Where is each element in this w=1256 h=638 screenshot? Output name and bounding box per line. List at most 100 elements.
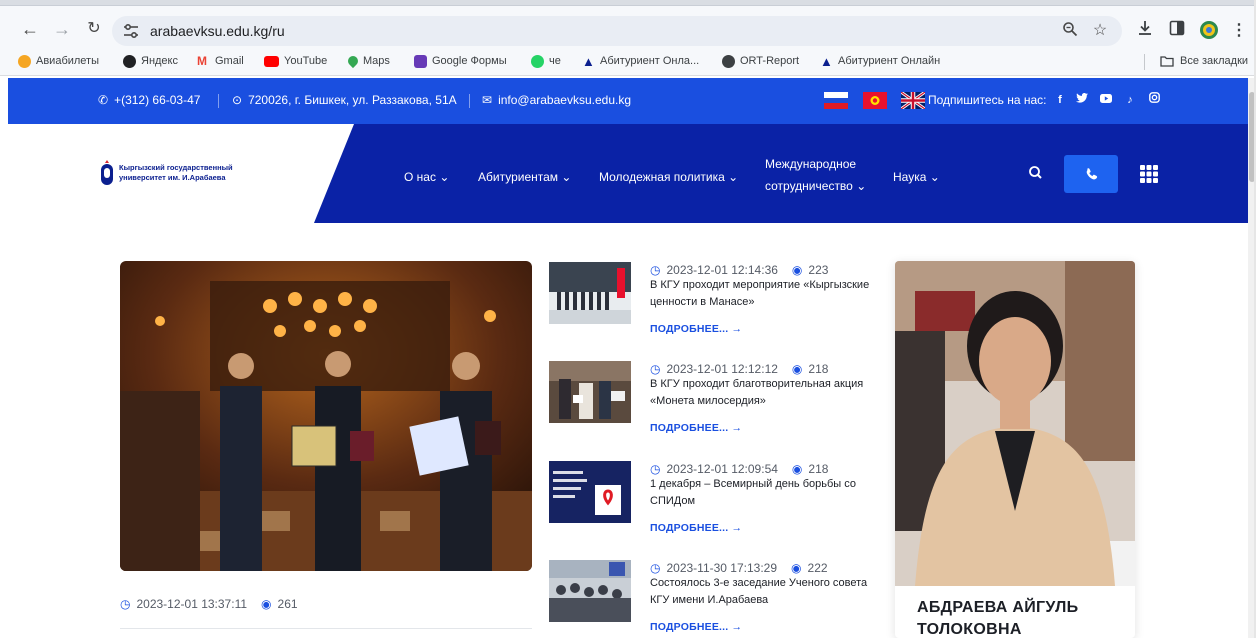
news-meta: ◷ 2023-12-01 12:12:12 ◉ 218 (650, 362, 828, 376)
chevron-down-icon: ⌄ (439, 170, 450, 184)
nav-item-about[interactable]: О нас ⌄ (404, 170, 449, 184)
bookmark-item[interactable]: YouTube (264, 52, 327, 70)
rector-name[interactable]: АБДРАЕВА АЙГУЛЬ ТОЛОКОВНА (917, 597, 1078, 638)
subscribe-text: Подпишитесь на нас: (928, 93, 1047, 107)
back-button[interactable]: ← (18, 18, 42, 42)
reload-button[interactable]: ↻ (82, 18, 106, 42)
bookmark-label: Авиабилеты (36, 55, 100, 67)
clock-icon: ◷ (650, 462, 661, 476)
tiktok-icon[interactable]: ♪ (1122, 92, 1138, 108)
bookmark-item[interactable]: M Gmail (197, 52, 244, 70)
graduation-cap-icon: ▲ (582, 53, 595, 69)
read-more-label: ПОДРОБНЕЕ... (650, 422, 729, 434)
bookmark-item[interactable]: ORT-Report (722, 52, 799, 70)
arrow-right-icon: → (731, 422, 743, 434)
all-bookmarks-button[interactable]: Все закладки (1160, 52, 1248, 70)
nav-item-youth-policy[interactable]: Молодежная политика ⌄ (599, 170, 738, 184)
arrow-right-icon: → (731, 621, 743, 633)
instagram-icon[interactable] (1146, 92, 1162, 108)
news-thumbnail[interactable] (549, 262, 631, 324)
news-title[interactable]: В КГУ проходит мероприятие «Кыргызские ц… (650, 277, 880, 311)
read-more-link[interactable]: ПОДРОБНЕЕ... → (650, 522, 742, 534)
zoom-icon[interactable] (1060, 21, 1080, 41)
chevron-down-icon: ⌄ (561, 170, 572, 184)
nav-item-applicants[interactable]: Абитуриентам ⌄ (478, 170, 571, 184)
bookmark-label: Maps (363, 55, 390, 67)
maps-pin-icon (345, 53, 361, 69)
site-settings-icon[interactable] (122, 23, 140, 39)
news-thumbnail[interactable] (549, 461, 631, 523)
bookmark-item[interactable]: Яндекс (123, 52, 178, 70)
clock-icon: ◷ (120, 597, 131, 611)
bookmark-item[interactable]: Авиабилеты (18, 52, 99, 70)
views-counter: ◉ 223 (792, 263, 829, 277)
divider (218, 94, 219, 108)
nav-label: Наука (893, 170, 927, 184)
logo-line-1: Кыргызский государственный (119, 163, 233, 172)
rector-portrait-photo (895, 261, 1135, 586)
facebook-icon[interactable]: f (1052, 92, 1068, 108)
phone-contact[interactable]: ✆ +(312) 66-03-47 (98, 93, 200, 107)
clock-icon: ◷ (650, 263, 661, 277)
views-counter: ◉ 222 (791, 561, 828, 575)
news-thumbnail[interactable] (549, 361, 631, 423)
arrow-right-icon: → (731, 522, 743, 534)
forward-button[interactable]: → (50, 18, 74, 42)
bookmark-item[interactable]: ▲ Абитуриент Онлайн (820, 52, 940, 70)
nav-item-science[interactable]: Наука ⌄ (893, 170, 940, 184)
bookmark-label: ORT-Report (740, 55, 800, 67)
rector-card[interactable]: АБДРАЕВА АЙГУЛЬ ТОЛОКОВНА (895, 261, 1135, 638)
email-contact[interactable]: ✉ info@arabaevksu.edu.kg (482, 93, 631, 107)
news-thumbnail[interactable] (549, 560, 631, 622)
apps-grid-icon[interactable] (1139, 164, 1159, 184)
bookmark-label: Абитуриент Онлайн (838, 55, 941, 67)
phone-text: +(312) 66-03-47 (114, 93, 201, 107)
twitter-icon[interactable] (1074, 92, 1090, 108)
news-title[interactable]: Состоялось 3-е заседание Ученого совета … (650, 575, 880, 609)
bookmark-label: Gmail (215, 55, 244, 67)
address-contact[interactable]: ⊙ 720026, г. Бишкек, ул. Раззакова, 51А (232, 93, 457, 107)
side-panel-icon[interactable] (1166, 20, 1188, 42)
news-title[interactable]: 1 декабря – Всемирный день борьбы со СПИ… (650, 476, 880, 510)
nav-item-international[interactable]: Международное сотрудничество ⌄ (765, 153, 866, 197)
url-text[interactable]: arabaevksu.edu.kg/ru (150, 23, 285, 39)
call-button[interactable] (1064, 155, 1118, 193)
read-more-link[interactable]: ПОДРОБНЕЕ... → (650, 621, 742, 633)
plane-ticket-icon (18, 54, 31, 68)
featured-news-photo[interactable] (120, 261, 532, 571)
bookmark-item[interactable]: че (531, 52, 561, 70)
nav-label-line-2: сотрудничество (765, 179, 853, 193)
menu-kebab-icon[interactable]: ⋮ (1228, 20, 1250, 42)
bookmark-item[interactable]: ▲ Абитуриент Онла... (582, 52, 699, 70)
logo-line-2: университет им. И.Арабаева (119, 173, 226, 182)
bookmark-star-icon[interactable]: ☆ (1090, 21, 1110, 41)
news-date: 2023-11-30 17:13:29 (666, 561, 778, 575)
chevron-down-icon: ⌄ (728, 170, 739, 184)
profile-avatar[interactable] (1198, 20, 1220, 42)
russian-flag-icon[interactable] (824, 92, 848, 109)
chevron-down-icon: ⌄ (856, 179, 867, 193)
bookmark-item[interactable]: Google Формы (414, 52, 507, 70)
search-icon[interactable] (1026, 163, 1046, 183)
google-forms-icon (414, 54, 427, 68)
aids-day-thumbnail (549, 461, 631, 523)
download-icon[interactable] (1134, 20, 1156, 42)
charity-event-thumbnail (549, 361, 631, 423)
bookmark-label: Абитуриент Онла... (600, 55, 700, 67)
bookmark-label: YouTube (284, 55, 328, 67)
youtube-social-icon[interactable] (1098, 92, 1114, 108)
read-more-link[interactable]: ПОДРОБНЕЕ... → (650, 422, 742, 434)
uk-flag-icon[interactable] (901, 92, 925, 109)
news-title[interactable]: В КГУ проходит благотворительная акция «… (650, 376, 880, 410)
bookmarks-bar: Авиабилеты Яндекс M Gmail YouTube Maps Go… (0, 46, 1256, 76)
kyrgyz-flag-icon[interactable] (863, 92, 887, 109)
address-bar[interactable]: arabaevksu.edu.kg/ru ☆ (112, 16, 1122, 46)
read-more-link[interactable]: ПОДРОБНЕЕ... → (650, 323, 742, 335)
views-counter: ◉ 261 (261, 597, 298, 611)
eye-icon: ◉ (791, 462, 803, 476)
university-logo[interactable]: Кыргызский государственный университет и… (100, 158, 280, 188)
arrow-right-icon: → (731, 323, 743, 335)
award-ceremony-photo (120, 261, 532, 571)
phone-icon: ✆ (98, 93, 109, 107)
bookmark-item[interactable]: Maps (345, 52, 390, 70)
